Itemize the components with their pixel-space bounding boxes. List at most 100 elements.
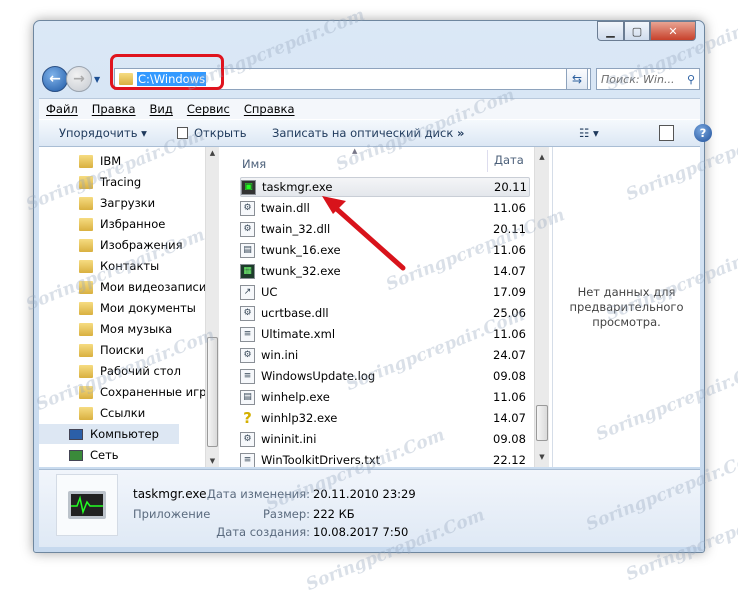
details-pane: taskmgr.exe Приложение Дата изменения: 2… (39, 469, 700, 547)
file-row[interactable]: ▤ twunk_16.exe 11.06 (240, 240, 530, 260)
exe32-file-icon: ▦ (240, 263, 255, 279)
open-button[interactable]: Открыть (177, 126, 247, 140)
burn-button[interactable]: Записать на оптический диск (272, 126, 453, 140)
tree-item-network[interactable]: Сеть (69, 445, 119, 465)
column-name[interactable]: Имя (242, 157, 266, 171)
address-highlight-box (110, 54, 224, 90)
tree-item-label: Компьютер (90, 427, 159, 441)
scroll-down-arrow[interactable]: ▼ (206, 457, 219, 465)
tree-item[interactable]: Ссылки (79, 403, 145, 423)
file-row[interactable]: ▣ taskmgr.exe 20.11 (240, 177, 530, 197)
file-name: Ultimate.xml (261, 327, 336, 341)
menu-view[interactable]: Вид (150, 102, 173, 116)
tree-item[interactable]: IBM (79, 151, 121, 171)
file-date: 22.12 (493, 453, 526, 467)
file-name: taskmgr.exe (262, 180, 333, 194)
file-row[interactable]: ▤ winhelp.exe 11.06 (240, 387, 530, 407)
refresh-button[interactable]: ⇆ (566, 68, 588, 90)
folder-icon (79, 196, 93, 210)
menu-edit[interactable]: Правка (92, 102, 136, 116)
file-date: 14.07 (493, 411, 526, 425)
maximize-button[interactable]: ▢ (624, 21, 650, 41)
tree-item-computer[interactable]: Компьютер (39, 424, 179, 444)
file-date: 14.07 (493, 264, 526, 278)
search-placeholder: Поиск: Win... (601, 72, 675, 86)
folder-icon (79, 154, 93, 168)
file-name: ucrtbase.dll (261, 306, 329, 320)
more-commands-button[interactable]: » (457, 126, 464, 140)
folder-icon (79, 343, 93, 357)
tree-scrollbar[interactable]: ▲ ▼ (205, 147, 219, 467)
back-button[interactable]: ← (42, 66, 68, 92)
tree-item[interactable]: Поиски (79, 340, 144, 360)
preview-message: Нет данных для предварительного просмотр… (569, 284, 684, 329)
file-row[interactable]: ⚙ twain_32.dll 20.11 (240, 219, 530, 239)
tree-item-label: Рабочий стол (100, 364, 181, 378)
tree-item-label: Изображения (100, 238, 183, 252)
tree-item[interactable]: Контакты (79, 256, 159, 276)
scroll-thumb[interactable] (207, 337, 218, 447)
scroll-thumb[interactable] (536, 405, 548, 441)
view-options-button[interactable]: ☷ ▾ (579, 126, 599, 140)
tree-item[interactable]: Мои видеозаписи (79, 277, 206, 297)
menu-tools[interactable]: Сервис (187, 102, 230, 116)
file-row[interactable]: ▦ twunk_32.exe 14.07 (240, 261, 530, 281)
ini-file-icon: ⚙ (240, 431, 255, 447)
exe-file-icon: ▤ (240, 389, 255, 405)
file-row[interactable]: ↗ UC 17.09 (240, 282, 530, 302)
tree-item[interactable]: Сохраненные игры (79, 382, 216, 402)
tree-item-label: Контакты (100, 259, 160, 273)
recent-pages-dropdown[interactable]: ▼ (94, 75, 100, 84)
tree-item[interactable]: Избранное (79, 214, 165, 234)
file-row[interactable]: ≡ WindowsUpdate.log 09.08 (240, 366, 530, 386)
scroll-up-arrow[interactable]: ▲ (535, 153, 549, 161)
file-list-scrollbar[interactable]: ▲ ▼ (534, 147, 549, 467)
tree-item-label: Моя музыка (100, 322, 173, 336)
tree-item[interactable]: Мои документы (79, 298, 196, 318)
folder-icon (79, 280, 93, 294)
file-row[interactable]: ? winhlp32.exe 14.07 (240, 408, 530, 428)
tree-item[interactable]: Рабочий стол (79, 361, 181, 381)
help-file-icon: ? (243, 409, 252, 427)
forward-button[interactable]: → (66, 66, 92, 92)
command-bar: Упорядочить ▾ Открыть Записать на оптиче… (39, 119, 712, 147)
tree-item[interactable]: Моя музыка (79, 319, 172, 339)
file-date: 11.06 (493, 327, 526, 341)
tree-item-pc[interactable]: ПК-ПК (91, 465, 150, 467)
menu-help[interactable]: Справка (244, 102, 295, 116)
close-button[interactable]: ✕ (650, 21, 696, 41)
scroll-down-arrow[interactable]: ▼ (535, 453, 549, 461)
scroll-up-arrow[interactable]: ▲ (206, 149, 219, 157)
exe-file-icon: ▤ (240, 242, 255, 258)
file-name: twunk_16.exe (261, 243, 341, 257)
folder-icon (79, 406, 93, 420)
tree-item-label: Избранное (100, 217, 166, 231)
file-row[interactable]: ⚙ ucrtbase.dll 25.06 (240, 303, 530, 323)
tree-item[interactable]: Изображения (79, 235, 183, 255)
minimize-button[interactable]: ▁ (597, 21, 624, 41)
file-date: 09.08 (493, 432, 526, 446)
folder-icon (79, 259, 93, 273)
file-name: twain.dll (261, 201, 310, 215)
search-input[interactable]: Поиск: Win... ⚲ (596, 68, 700, 90)
search-icon: ⚲ (686, 72, 695, 86)
file-row[interactable]: ⚙ wininit.ini 09.08 (240, 429, 530, 449)
menu-file[interactable]: Файл (46, 102, 78, 116)
folder-icon (79, 322, 93, 336)
tree-item[interactable]: Загрузки (79, 193, 155, 213)
file-name: winhlp32.exe (261, 411, 338, 425)
column-date[interactable]: Дата (487, 150, 524, 172)
help-button[interactable]: ? (694, 124, 712, 142)
organize-button[interactable]: Упорядочить ▾ (59, 126, 147, 140)
file-row[interactable]: ⚙ twain.dll 11.06 (240, 198, 530, 218)
tree-item[interactable]: Tracing (79, 172, 141, 192)
file-row[interactable]: ≡ WinToolkitDrivers.txt 22.12 (240, 450, 530, 467)
file-date: 17.09 (493, 285, 526, 299)
text-file-icon: ≡ (240, 326, 255, 342)
file-row[interactable]: ≡ Ultimate.xml 11.06 (240, 324, 530, 344)
preview-pane-button[interactable] (659, 125, 674, 141)
file-row[interactable]: ⚙ win.ini 24.07 (240, 345, 530, 365)
text-file-icon: ≡ (240, 452, 255, 467)
file-date: 11.06 (493, 201, 526, 215)
file-name: winhelp.exe (261, 390, 330, 404)
